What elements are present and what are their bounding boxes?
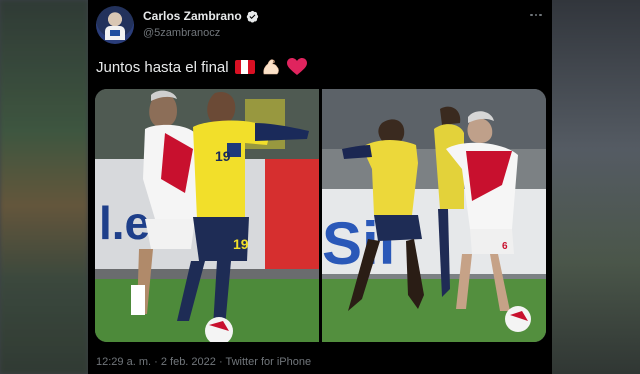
tweet-source[interactable]: Twitter for iPhone: [226, 356, 312, 368]
verified-badge-icon: [246, 10, 258, 23]
svg-text:19: 19: [233, 236, 249, 252]
meta-separator: ·: [154, 356, 158, 368]
tweet-time[interactable]: 12:29 a. m.: [96, 356, 151, 368]
shirt-number-1: 19: [215, 148, 231, 164]
meta-separator-2: ·: [218, 356, 223, 368]
tweet-text: Juntos hasta el final: [96, 58, 229, 76]
shirt-number-2: 6: [502, 241, 508, 252]
tweet-card: Carlos Zambrano @5zambranocz Juntos hast…: [88, 0, 552, 374]
blurred-background-left: [0, 0, 88, 374]
photo-2[interactable]: Sil 6: [322, 89, 546, 342]
bg-board-text-1: l.e: [99, 197, 150, 249]
tweet-media[interactable]: l.e 19 19 Sil 6: [95, 89, 546, 342]
red-heart-icon: [286, 58, 307, 75]
photo-1[interactable]: l.e 19 19: [95, 89, 319, 342]
flexed-biceps-icon: [263, 59, 279, 75]
more-options-icon[interactable]: [528, 8, 544, 22]
blurred-background-right: [552, 0, 640, 374]
peru-flag-icon: [234, 60, 255, 74]
tweet-metadata: 12:29 a. m. · 2 feb. 2022 · Twitter for …: [96, 356, 311, 368]
tweet-text-row: Juntos hasta el final: [96, 58, 307, 76]
avatar[interactable]: [96, 6, 134, 44]
user-handle[interactable]: @5zambranocz: [143, 27, 220, 39]
tweet-date[interactable]: 2 feb. 2022: [161, 356, 216, 368]
display-name[interactable]: Carlos Zambrano: [143, 9, 242, 23]
author-row: Carlos Zambrano: [143, 9, 259, 23]
